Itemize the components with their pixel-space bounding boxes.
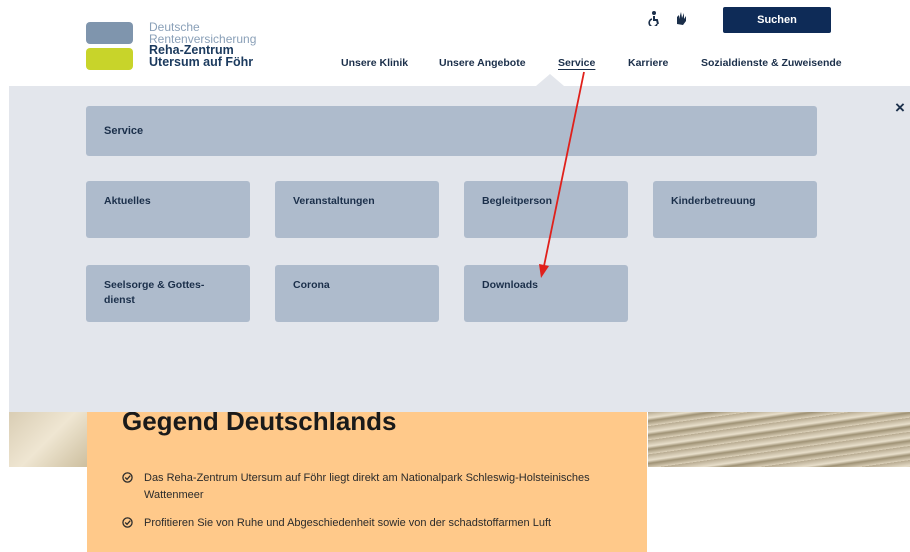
accessibility-icon[interactable] xyxy=(647,10,661,28)
logo-line: Utersum auf Föhr xyxy=(149,54,254,69)
menu-item-veranstaltungen[interactable]: Veranstaltungen xyxy=(275,181,439,238)
hero-bullet-text: Profitieren Sie von Ruhe und Abgeschiede… xyxy=(144,517,552,529)
menu-caret xyxy=(536,74,564,86)
site-logo[interactable]: Deutsche Rentenversicherung Reha-Zentrum… xyxy=(86,21,266,72)
nav-item-service[interactable]: Service xyxy=(558,57,595,69)
close-icon[interactable]: × xyxy=(893,99,907,116)
check-circle-icon xyxy=(122,517,133,528)
search-button[interactable]: Suchen xyxy=(723,7,831,33)
check-circle-icon xyxy=(122,472,133,483)
logo-mark-icon xyxy=(86,22,133,70)
nav-item-unsere-klinik[interactable]: Unsere Klinik xyxy=(341,57,408,69)
menu-item-corona[interactable]: Corona xyxy=(275,265,439,322)
menu-item-begleitperson[interactable]: Begleitperson xyxy=(464,181,628,238)
nav-item-unsere-angebote[interactable]: Unsere Angebote xyxy=(439,57,526,69)
hero-bullet: Das Reha-Zentrum Utersum auf Föhr liegt … xyxy=(122,470,602,506)
site-header: Deutsche Rentenversicherung Reha-Zentrum… xyxy=(0,0,910,86)
sign-language-icon[interactable] xyxy=(674,10,688,26)
hero-image-right xyxy=(648,412,910,467)
hero-bullet-text: Das Reha-Zentrum Utersum auf Föhr liegt … xyxy=(144,472,590,501)
menu-title-service[interactable]: Service xyxy=(86,106,817,156)
logo-text: Deutsche Rentenversicherung Reha-Zentrum… xyxy=(149,21,256,69)
menu-item-seelsorge[interactable]: Seelsorge & Gottes- dienst xyxy=(86,265,250,322)
nav-item-karriere[interactable]: Karriere xyxy=(628,57,668,69)
hero-image-left xyxy=(9,412,87,467)
nav-item-sozialdienste[interactable]: Sozialdienste & Zuweisende xyxy=(701,57,842,69)
hero-bullet: Profitieren Sie von Ruhe und Abgeschiede… xyxy=(122,515,602,551)
menu-item-downloads[interactable]: Downloads xyxy=(464,265,628,322)
menu-item-kinderbetreuung[interactable]: Kinderbetreuung xyxy=(653,181,817,238)
menu-item-aktuelles[interactable]: Aktuelles xyxy=(86,181,250,238)
